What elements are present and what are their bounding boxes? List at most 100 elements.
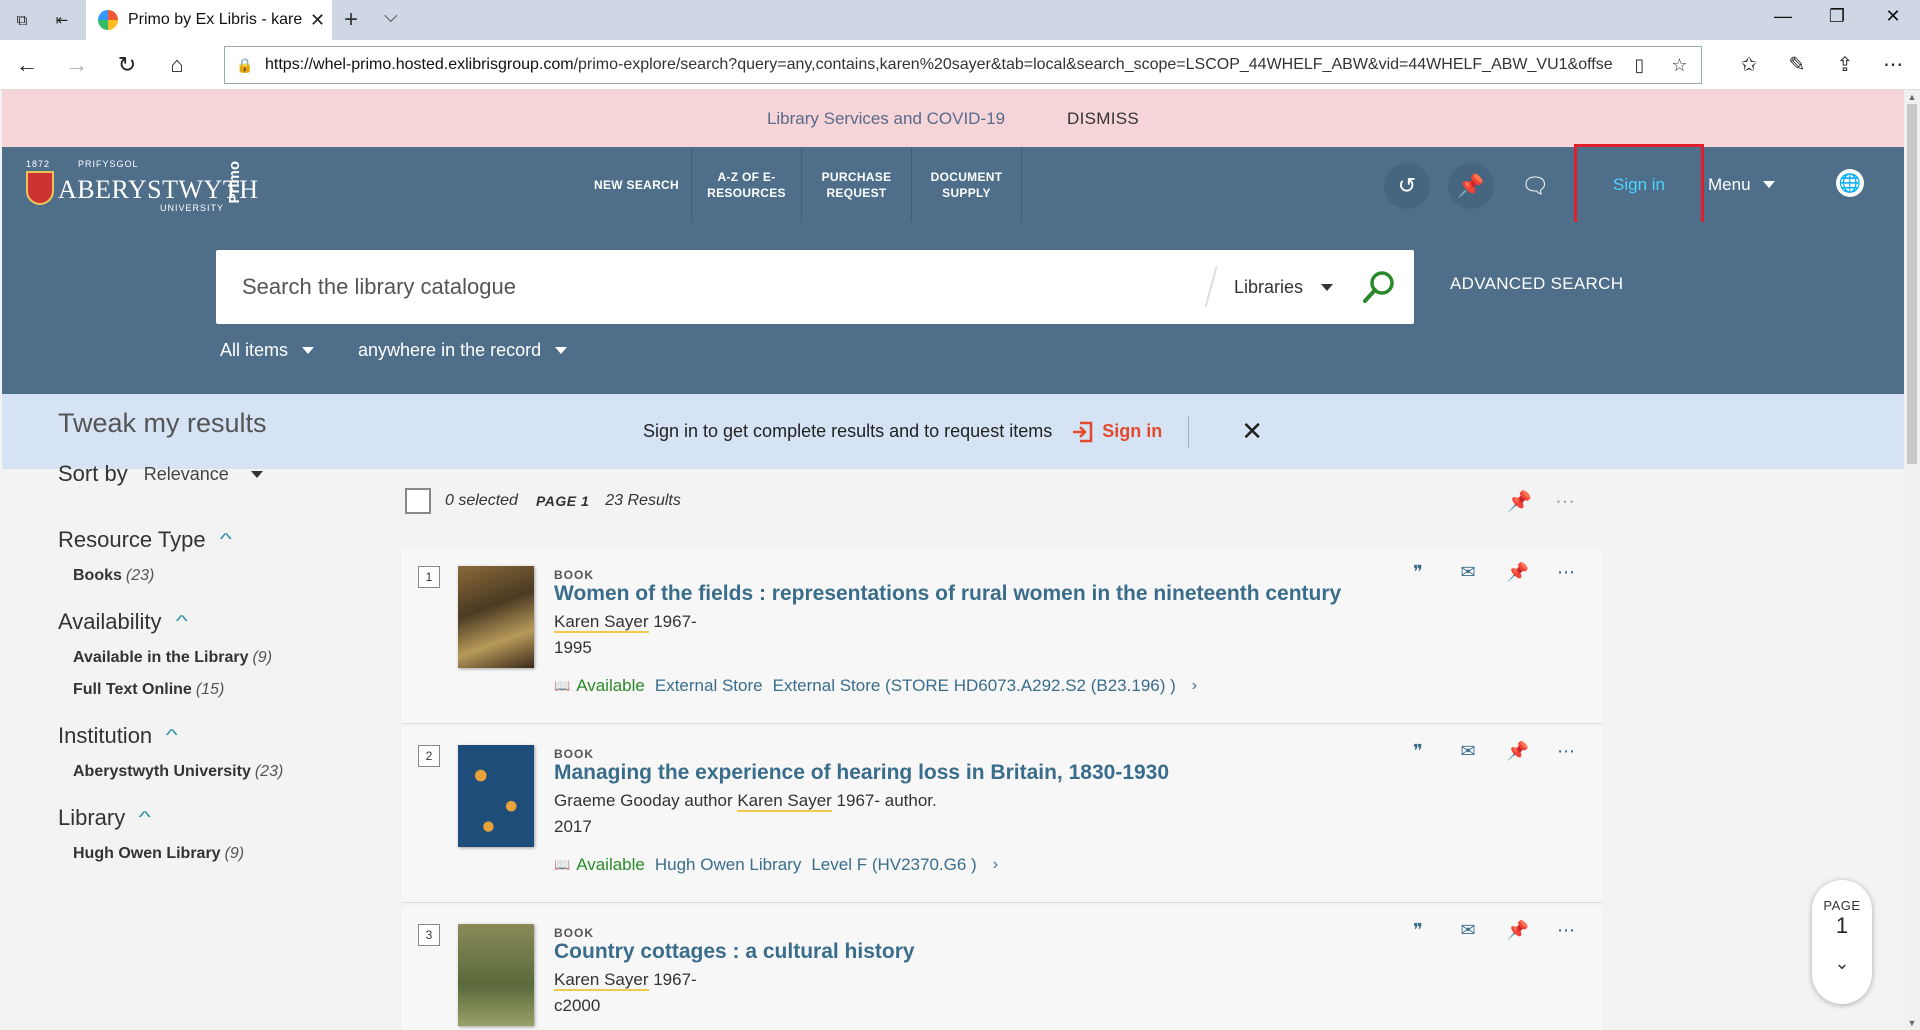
facet-item[interactable]: Aberystwyth University (23): [73, 763, 378, 781]
result-number: 3: [418, 924, 440, 946]
menu-button[interactable]: Menu: [1708, 147, 1775, 222]
restore-icon[interactable]: ❐: [1814, 6, 1860, 27]
chat-icon[interactable]: 🗨: [1512, 163, 1558, 209]
language-globe-icon[interactable]: 🌐: [1836, 169, 1864, 197]
refresh-icon[interactable]: ↻: [112, 50, 142, 80]
field-select[interactable]: anywhere in the record: [358, 340, 568, 361]
scrollbar-thumb[interactable]: [1907, 104, 1917, 464]
home-icon[interactable]: ⌂: [162, 50, 192, 80]
search-history-icon[interactable]: ↺: [1384, 163, 1430, 209]
my-favorites-pin-icon[interactable]: 📌: [1448, 163, 1494, 209]
nav-document-supply[interactable]: DOCUMENT SUPPLY: [912, 147, 1022, 222]
page-scrollbar[interactable]: ▲ ▼: [1904, 90, 1920, 1030]
university-logo[interactable]: 1872 PRIFYSGOL ABERYSTWYTH UNIVERSITY Pr…: [26, 157, 258, 213]
tweak-results-title: Tweak my results: [58, 408, 267, 438]
email-icon[interactable]: ✉: [1454, 562, 1482, 583]
result-item[interactable]: 1 BOOK Women of the fields : representat…: [402, 548, 1602, 724]
close-window-icon[interactable]: ✕: [1870, 6, 1916, 27]
minimize-icon[interactable]: —: [1760, 6, 1806, 27]
url-field[interactable]: 🔒 https://whel-primo.hosted.exlibrisgrou…: [224, 46, 1702, 84]
sort-select[interactable]: Relevance: [144, 464, 263, 485]
chevron-down-icon[interactable]: ⌄: [1812, 953, 1872, 974]
item-type-caret-icon: [302, 347, 315, 354]
result-year: c2000: [554, 996, 601, 1015]
favorite-star-icon[interactable]: ☆: [1671, 55, 1687, 76]
set-tabs-aside-icon[interactable]: ⇤: [50, 8, 74, 32]
result-title[interactable]: Managing the experience of hearing loss …: [554, 761, 1169, 785]
tab-list-chevron-icon[interactable]: ⌵: [384, 6, 398, 27]
pen-notes-icon[interactable]: ✎: [1782, 52, 1812, 77]
book-cover-thumbnail[interactable]: [458, 745, 534, 847]
search-zone: Libraries ADVANCED SEARCH All items anyw…: [2, 222, 1904, 394]
facets-sidebar: Tweak my results Sort by Relevance Resou…: [58, 408, 378, 887]
facet-item[interactable]: Available in the Library (9): [73, 649, 378, 667]
share-icon[interactable]: ⇪: [1830, 52, 1860, 77]
facet-header[interactable]: Library ^: [58, 805, 378, 831]
scroll-up-icon[interactable]: ▲: [1904, 92, 1920, 102]
book-cover-thumbnail[interactable]: [458, 924, 534, 1026]
more-options-icon[interactable]: ⋯: [1878, 52, 1908, 77]
scope-select[interactable]: Libraries: [1234, 277, 1354, 298]
facet-item[interactable]: Full Text Online (15): [73, 681, 378, 699]
email-icon[interactable]: ✉: [1454, 741, 1482, 762]
facet-library: Library ^ Hugh Owen Library (9): [58, 805, 378, 863]
signin-separator: [1188, 415, 1190, 448]
facet-availability: Availability ^ Available in the Library (9…: [58, 609, 378, 699]
search-input[interactable]: [216, 274, 1210, 300]
results-count: 23 Results: [605, 492, 681, 509]
nav-new-search[interactable]: NEW SEARCH: [582, 147, 692, 222]
facet-header[interactable]: Institution ^: [58, 723, 378, 749]
pin-icon[interactable]: 📌: [1504, 920, 1532, 941]
more-icon[interactable]: ⋯: [1552, 562, 1580, 583]
more-icon[interactable]: ⋯: [1552, 741, 1580, 762]
result-title[interactable]: Country cottages : a cultural history: [554, 940, 915, 964]
availability-line[interactable]: 📖 Available Hugh Owen Library Level F (H…: [554, 855, 998, 875]
pin-all-icon[interactable]: 📌: [1507, 489, 1532, 514]
covid-link[interactable]: Library Services and COVID-19: [767, 109, 1005, 129]
availability-line[interactable]: 📖 Available External Store External Stor…: [554, 676, 1197, 696]
tab-actions-icon[interactable]: ⧉: [10, 8, 34, 32]
citation-icon[interactable]: ❞: [1404, 920, 1432, 941]
search-icon[interactable]: [1354, 262, 1404, 312]
back-icon[interactable]: ←: [12, 50, 42, 80]
sign-in-button[interactable]: Sign in: [1574, 144, 1704, 237]
results-toolbar: 0 selected PAGE 1 23 Results 📌 ⋯: [405, 479, 1599, 523]
browser-tab[interactable]: Primo by Ex Libris - kare ✕: [86, 0, 332, 40]
nav-purchase-request[interactable]: PURCHASE REQUEST: [802, 147, 912, 222]
email-icon[interactable]: ✉: [1454, 920, 1482, 941]
new-tab-button[interactable]: +: [344, 6, 358, 34]
citation-icon[interactable]: ❞: [1404, 741, 1432, 762]
pin-icon[interactable]: 📌: [1504, 741, 1532, 762]
favorites-icon[interactable]: ✩: [1734, 52, 1764, 77]
scroll-down-icon[interactable]: ▼: [1904, 1018, 1920, 1028]
item-type-select[interactable]: All items: [220, 340, 315, 361]
dismiss-button[interactable]: DISMISS: [1067, 109, 1139, 129]
page-navigator[interactable]: PAGE 1 ⌄: [1812, 880, 1872, 1004]
tab-close-icon[interactable]: ✕: [310, 10, 325, 31]
close-alert-icon[interactable]: ✕: [1241, 416, 1263, 447]
book-cover-thumbnail[interactable]: [458, 566, 534, 668]
pin-icon[interactable]: 📌: [1504, 562, 1532, 583]
result-item[interactable]: 2 BOOK Managing the experience of hearin…: [402, 727, 1602, 903]
more-actions-icon[interactable]: ⋯: [1555, 489, 1575, 514]
more-icon[interactable]: ⋯: [1552, 920, 1580, 941]
covid-banner: Library Services and COVID-19 DISMISS: [2, 90, 1904, 147]
search-box: Libraries: [216, 250, 1414, 324]
reading-view-icon[interactable]: ▯: [1634, 55, 1644, 76]
citation-icon[interactable]: ❞: [1404, 562, 1432, 583]
facet-header[interactable]: Resource Type ^: [58, 527, 378, 553]
result-author: Karen Sayer 1967-: [554, 612, 697, 633]
facet-header[interactable]: Availability ^: [58, 609, 378, 635]
select-all-checkbox[interactable]: [405, 488, 431, 514]
collapse-chevron-icon: ^: [219, 531, 232, 548]
advanced-search-link[interactable]: ADVANCED SEARCH: [1450, 274, 1623, 294]
crest-icon: [26, 171, 54, 205]
facet-item[interactable]: Books (23): [73, 567, 378, 585]
nav-a-z-e-resources[interactable]: A-Z OF E-RESOURCES: [692, 147, 802, 222]
result-item[interactable]: 3 BOOK Country cottages : a cultural his…: [402, 906, 1602, 1030]
forward-icon[interactable]: →: [62, 50, 92, 80]
result-year: 2017: [554, 817, 592, 836]
signin-alert-link[interactable]: Sign in: [1072, 420, 1162, 444]
result-title[interactable]: Women of the fields : representations of…: [554, 582, 1341, 606]
facet-item[interactable]: Hugh Owen Library (9): [73, 845, 378, 863]
